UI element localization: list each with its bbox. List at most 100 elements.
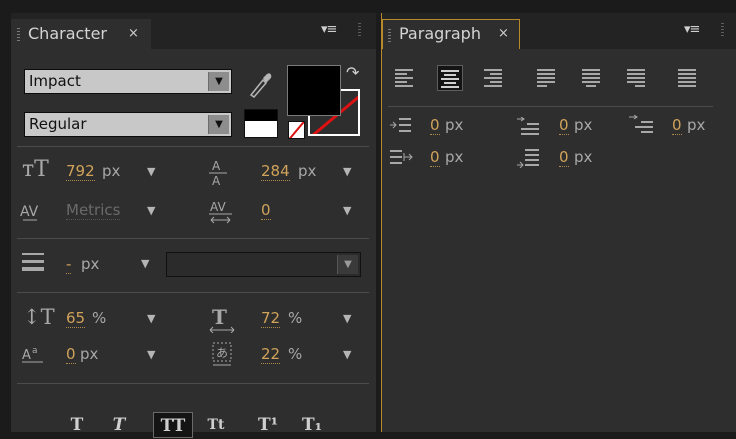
align-center-button[interactable] [437, 65, 463, 91]
divider [17, 383, 369, 384]
indent-first-line-unit: px [574, 116, 593, 134]
leading-unit: px [298, 162, 317, 180]
font-size-unit: px [102, 162, 121, 180]
no-color-swatch[interactable] [288, 121, 305, 139]
tracking-value[interactable]: 0 [261, 202, 271, 220]
drag-grip-icon[interactable] [388, 29, 391, 43]
tab-character[interactable]: Character × [11, 19, 151, 49]
fill-color-swatch[interactable] [287, 65, 341, 116]
small-caps-button[interactable]: Tt [202, 412, 230, 438]
space-after-value[interactable]: 0 [559, 149, 569, 167]
drag-grip-icon[interactable] [721, 23, 724, 37]
svg-text:T: T [212, 305, 227, 329]
chevron-down-icon[interactable]: ▼ [337, 255, 358, 274]
justify-last-center-icon [582, 69, 600, 87]
justify-last-right-icon [627, 69, 645, 87]
tsume-icon: あ [212, 342, 232, 366]
justify-last-center-button[interactable] [579, 65, 605, 91]
chevron-down-icon[interactable]: ▼ [147, 204, 155, 217]
paragraph-tab-bar: Paragraph × ▾≡ [382, 13, 736, 49]
align-center-icon [441, 70, 459, 88]
font-family-value: Impact [29, 72, 81, 90]
kerning-icon: AV [20, 204, 39, 221]
chevron-down-icon[interactable]: ▼ [208, 115, 229, 134]
faux-italic-button[interactable]: T [107, 412, 131, 438]
swap-colors-icon[interactable]: ↷ [346, 63, 359, 82]
baseline-shift-icon: A a [22, 346, 43, 363]
vertical-scale-unit: % [92, 309, 107, 327]
chevron-down-icon[interactable]: ▼ [343, 204, 351, 217]
chevron-down-icon[interactable]: ▼ [147, 348, 155, 361]
space-before-unit: px [445, 148, 464, 166]
tab-paragraph[interactable]: Paragraph × [382, 19, 520, 49]
font-style-dropdown[interactable]: Regular ▼ [24, 112, 232, 137]
horizontal-scale-icon: T [209, 305, 235, 333]
baseline-shift-unit: px [80, 345, 99, 363]
indent-right-unit: px [687, 116, 706, 134]
superscript-button[interactable]: T¹ [255, 412, 281, 438]
space-before-value[interactable]: 0 [430, 149, 440, 167]
drag-grip-icon[interactable] [17, 28, 20, 42]
divider [388, 106, 713, 107]
indent-right-icon [629, 115, 653, 133]
tab-paragraph-label: Paragraph [399, 24, 481, 43]
kerning-value[interactable]: Metrics [66, 202, 121, 220]
vertical-scale-icon: ↕T [23, 305, 55, 329]
drag-grip-icon[interactable] [358, 23, 361, 37]
svg-text:AV: AV [20, 204, 39, 220]
chevron-down-icon[interactable]: ▼ [147, 312, 155, 325]
svg-text:A: A [212, 159, 221, 173]
leading-icon: A A [209, 159, 227, 188]
space-after-unit: px [574, 148, 593, 166]
chevron-down-icon[interactable]: ▼ [141, 257, 149, 270]
horizontal-scale-unit: % [288, 309, 303, 327]
stroke-width-icon [22, 253, 44, 271]
chevron-down-icon[interactable]: ▼ [343, 348, 351, 361]
default-colors-swatch[interactable] [244, 109, 278, 138]
indent-first-line-value[interactable]: 0 [559, 117, 569, 135]
svg-text:a: a [32, 346, 38, 356]
indent-left-value[interactable]: 0 [430, 117, 440, 135]
justify-last-right-button[interactable] [624, 65, 650, 91]
subscript-button[interactable]: T₁ [299, 412, 325, 438]
justify-all-button[interactable] [675, 65, 701, 91]
chevron-down-icon[interactable]: ▼ [208, 72, 229, 91]
leading-value[interactable]: 284 [261, 163, 290, 181]
tab-character-label: Character [28, 24, 107, 43]
chevron-down-icon[interactable]: ▼ [343, 165, 351, 178]
align-left-button[interactable] [392, 65, 418, 91]
character-panel: Character × ▾≡ Impact ▼ Regular ▼ ↷ ᴛT 7… [11, 13, 376, 438]
close-icon[interactable]: × [128, 19, 139, 49]
panel-menu-icon[interactable]: ▾≡ [321, 22, 337, 37]
baseline-shift-value[interactable]: 0 [66, 346, 76, 364]
stroke-width-value[interactable]: - [66, 256, 72, 274]
divider [17, 292, 369, 293]
indent-right-value[interactable]: 0 [672, 117, 682, 135]
stroke-width-unit: px [81, 255, 100, 273]
tracking-icon: AV [209, 200, 232, 224]
indent-left-unit: px [445, 116, 464, 134]
chevron-down-icon[interactable]: ▼ [147, 165, 155, 178]
stroke-style-dropdown[interactable]: ▼ [166, 252, 361, 277]
vertical-scale-value[interactable]: 65 [66, 310, 86, 328]
indent-left-icon [390, 118, 411, 132]
character-tab-bar: Character × ▾≡ [11, 13, 376, 49]
justify-last-left-button[interactable] [534, 65, 560, 91]
font-style-value: Regular [29, 115, 87, 133]
space-before-icon [390, 150, 413, 164]
horizontal-scale-value[interactable]: 72 [261, 310, 281, 328]
justify-last-left-icon [537, 69, 555, 87]
font-family-dropdown[interactable]: Impact ▼ [24, 69, 232, 94]
tsume-value[interactable]: 22 [261, 346, 281, 364]
svg-text:あ: あ [216, 346, 228, 360]
align-right-button[interactable] [481, 65, 507, 91]
eyedropper-icon[interactable] [247, 68, 273, 98]
panel-menu-icon[interactable]: ▾≡ [684, 22, 700, 37]
font-size-value[interactable]: 792 [66, 163, 95, 181]
indent-first-line-icon [517, 117, 539, 135]
divider [17, 146, 369, 147]
close-icon[interactable]: × [498, 19, 509, 49]
chevron-down-icon[interactable]: ▼ [343, 312, 351, 325]
faux-bold-button[interactable]: T [65, 412, 89, 438]
all-caps-button[interactable]: TT [153, 412, 193, 438]
